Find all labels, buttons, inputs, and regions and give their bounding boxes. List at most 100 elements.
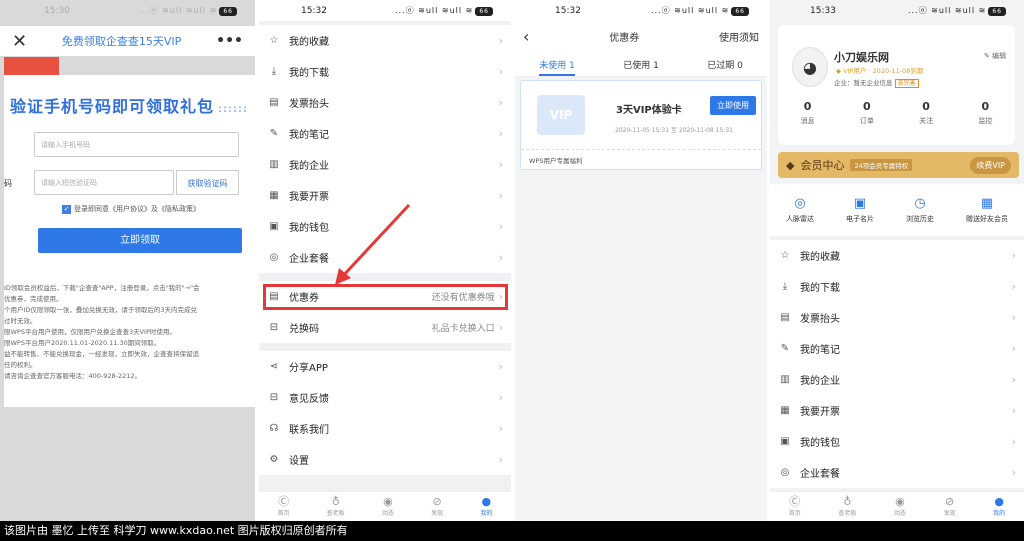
status-time: 15:30 <box>44 5 70 16</box>
company-icon: ▥ <box>780 374 790 385</box>
chevron-right-icon: › <box>1011 280 1016 293</box>
tab-home[interactable]: Ⓒ 首页 <box>278 496 290 518</box>
menu-item-redeem[interactable]: ⊟ 兑换码 礼品卡兑换入口 › <box>259 312 511 343</box>
claim-card: 验证手机号码即可领取礼包:::::: 请输入手机号码 码 请输入短信验证码 获取… <box>4 75 255 407</box>
quick-card[interactable]: ▣ 电子名片 <box>846 196 874 224</box>
quick-radar[interactable]: ◎ 人脉雷达 <box>786 196 814 224</box>
tab-feed[interactable]: ◉ 动态 <box>382 496 394 518</box>
menu-item[interactable]: ☆ 我的收藏 › <box>770 240 1024 271</box>
tab-discover[interactable]: ⊘ 发现 <box>431 496 443 518</box>
redeem-icon: ⊟ <box>269 322 279 333</box>
chevron-right-icon: › <box>1011 466 1016 479</box>
menu-item[interactable]: ▤ 发票抬头 › <box>770 302 1024 333</box>
close-icon[interactable]: ✕ <box>12 31 27 52</box>
menu-item[interactable]: ✎ 我的笔记 › <box>770 333 1024 364</box>
panel-coupons: 15:32 ...ⓞ ≋ull ≋ull ≋ 66 ‹ 优惠券 使用须知 未使用 … <box>515 0 767 521</box>
sms-code-input[interactable]: 请输入短信验证码 <box>34 170 174 195</box>
stat-messages[interactable]: 0 消息 <box>801 100 815 126</box>
banner-strip <box>4 57 59 75</box>
code-label: 码 <box>4 179 12 188</box>
watermark-footer: 该图片由 墨忆 上传至 科学刀 www.kxdao.net 图片版权归原创者所有 <box>0 521 1024 541</box>
panel-vip-claim: 15:30 ...ⓞ ≋ull ≋ull ≋ 66 ✕ 免费领取企查查15天VIP… <box>0 0 255 521</box>
status-icons: ...ⓞ ≋ull ≋ull ≋ 66 <box>651 5 749 16</box>
vip-ticket-icon: VIP <box>537 95 585 135</box>
quick-actions: ◎ 人脉雷达 ▣ 电子名片 ◷ 浏览历史 ▦ 赠送好友会员 <box>770 184 1024 236</box>
status-icons: ...ⓞ ≋ull ≋ull ≋ 66 <box>908 5 1006 16</box>
menu-item[interactable]: ▣ 我的钱包 › <box>770 426 1024 457</box>
member-center-banner[interactable]: ◆ 会员中心 24项会员专属特权 续费VIP <box>778 152 1019 178</box>
menu-item[interactable]: ▥ 我的企业 › <box>770 364 1024 395</box>
header: ✕ 免费领取企查查15天VIP ••• <box>0 26 255 56</box>
tab-expired[interactable]: 已过期 0 <box>707 51 743 76</box>
quick-history[interactable]: ◷ 浏览历史 <box>906 196 934 224</box>
menu-item[interactable]: ▦ 我要开票 › <box>770 395 1024 426</box>
clock-icon: ◷ <box>914 196 926 211</box>
back-icon[interactable]: ‹ <box>523 27 529 46</box>
tab-bar: Ⓒ 首页 ♁ 查老板 ◉ 动态 ⊘ 发现 ● 我的 <box>259 491 511 521</box>
stat-follows[interactable]: 0 关注 <box>919 100 933 126</box>
stat-orders[interactable]: 0 订单 <box>860 100 874 126</box>
tab-feed[interactable]: ◉ 动态 <box>894 496 906 518</box>
edit-button[interactable]: ✎ 编辑 <box>984 51 1006 61</box>
chevron-right-icon: › <box>1011 249 1016 262</box>
gear-icon: ⚙ <box>269 454 279 465</box>
quick-gift[interactable]: ▦ 赠送好友会员 <box>966 196 1008 224</box>
coupon-tabs: 未使用 1 已使用 1 已过期 0 <box>515 51 767 77</box>
coupon-date: 2020-11-05 15:31 至 2020-11-08 15:31 <box>615 127 733 134</box>
download-icon: ⤓ <box>782 281 788 292</box>
menu-item-settings[interactable]: ⚙ 设置 › <box>259 444 511 475</box>
agreement[interactable]: ✓ 登录即同意《用户协议》及《隐私政策》 <box>62 204 200 214</box>
renew-vip-button[interactable]: 续费VIP <box>970 156 1011 174</box>
coupon-footer: WPS用户专属福利 <box>521 149 761 170</box>
more-icon[interactable]: ••• <box>216 33 243 49</box>
wallet-icon: ▣ <box>780 436 790 447</box>
use-now-button[interactable]: 立即使用 <box>710 96 756 115</box>
chevron-right-icon: › <box>498 422 503 435</box>
menu-item-share[interactable]: ⋖ 分享APP › <box>259 351 511 382</box>
chevron-right-icon: › <box>498 321 503 334</box>
complete-button[interactable]: 去完善 <box>894 79 919 88</box>
chevron-right-icon: › <box>1011 435 1016 448</box>
card-icon: ▣ <box>853 196 867 211</box>
chevron-right-icon: › <box>498 360 503 373</box>
menu-item[interactable]: ⤓ 我的下载 › <box>770 271 1024 302</box>
menu-item[interactable]: ◎ 企业套餐 › <box>770 457 1024 488</box>
note-icon: ✎ <box>780 343 790 354</box>
crown-icon: ◆ <box>786 158 795 172</box>
checkbox-icon[interactable]: ✓ <box>62 204 71 214</box>
page-title: 验证手机号码即可领取礼包:::::: <box>10 97 249 116</box>
menu-item-feedback[interactable]: ⊟ 意见反馈 › <box>259 382 511 413</box>
chevron-right-icon: › <box>1011 342 1016 355</box>
notice-link[interactable]: 使用须知 <box>719 29 759 44</box>
claim-button[interactable]: 立即领取 <box>38 228 242 253</box>
overlay-bottom <box>0 407 255 521</box>
phone-input[interactable]: 请输入手机号码 <box>34 132 239 157</box>
tab-unused[interactable]: 未使用 1 <box>539 51 575 76</box>
chevron-right-icon: › <box>1011 404 1016 417</box>
menu-item-contact[interactable]: ☊ 联系我们 › <box>259 413 511 444</box>
nav-bar: ‹ 优惠券 使用须知 <box>515 21 767 51</box>
stat-monitor[interactable]: 0 监控 <box>978 100 992 126</box>
tab-bar: Ⓒ 首页 ♁ 查老板 ◉ 动态 ⊘ 发现 ● 我的 <box>770 491 1024 521</box>
headset-icon: ☊ <box>269 423 279 434</box>
feedback-icon: ⊟ <box>269 392 279 403</box>
tab-used[interactable]: 已使用 1 <box>623 51 659 76</box>
tab-boss[interactable]: ♁ 查老板 <box>327 496 345 518</box>
profile-card: ◕ 小刀娱乐网 ◆ VIP用户 · 2020-11-08到期 企业：暂无企业信息… <box>778 25 1015 145</box>
package-icon: ◎ <box>780 467 790 478</box>
tab-home[interactable]: Ⓒ 首页 <box>789 496 801 518</box>
status-time: 15:32 <box>555 5 581 16</box>
coupon-card: VIP 3天VIP体验卡 2020-11-05 15:31 至 2020-11-… <box>520 80 762 170</box>
tab-mine[interactable]: ● 我的 <box>480 496 492 518</box>
avatar[interactable]: ◕ <box>792 47 828 87</box>
invoice-icon: ▤ <box>780 312 790 323</box>
tab-boss[interactable]: ♁ 查老板 <box>838 496 856 518</box>
gift-icon: ▦ <box>980 196 994 211</box>
status-bar: 15:30 ...ⓞ ≋ull ≋ull ≋ 66 <box>0 0 255 21</box>
tab-mine[interactable]: ● 我的 <box>993 496 1005 518</box>
status-bar: 15:33 ...ⓞ ≋ull ≋ull ≋ 66 <box>770 0 1024 21</box>
rules-text: ID领取会员权益后，下载"企查查"APP，注册登录，点击"我的"→"会 优惠券，完… <box>4 284 200 380</box>
get-code-button[interactable]: 获取验证码 <box>176 170 239 195</box>
header-title: 免费领取企查查15天VIP <box>61 35 182 48</box>
tab-discover[interactable]: ⊘ 发现 <box>944 496 956 518</box>
